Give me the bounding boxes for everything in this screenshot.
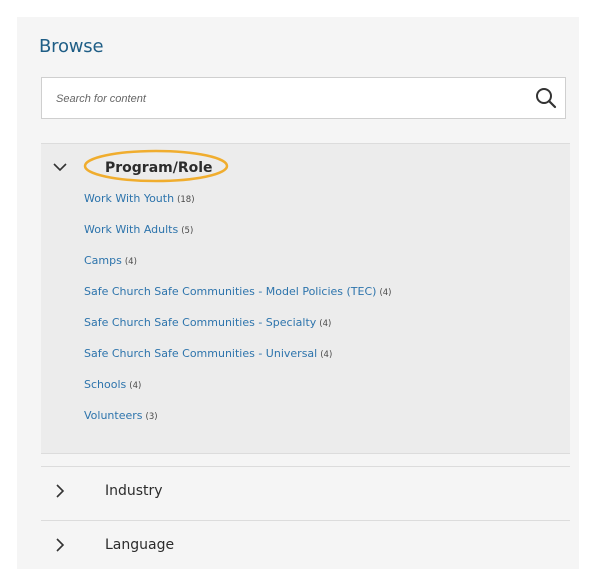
facet-program-role: Program/Role Work With Youth (18) Work Wi… (41, 143, 570, 454)
facet-title: Industry (105, 483, 163, 499)
facet-item-link[interactable]: Safe Church Safe Communities - Model Pol… (84, 285, 376, 298)
facet-item-list: Work With Youth (18) Work With Adults (5) … (41, 188, 392, 436)
facet-item: Volunteers (3) (41, 405, 392, 436)
facet-item: Schools (4) (41, 374, 392, 405)
facet-item-count: (4) (319, 319, 332, 329)
search-button[interactable] (533, 85, 559, 111)
facet-item-count: (4) (379, 288, 392, 298)
chevron-right-icon (56, 538, 65, 552)
facet-item: Safe Church Safe Communities - Model Pol… (41, 281, 392, 312)
facet-item: Camps (4) (41, 250, 392, 281)
facet-item-count: (4) (124, 257, 137, 267)
facet-item-count: (4) (320, 350, 333, 360)
facet-item-link[interactable]: Schools (84, 378, 126, 391)
chevron-right-icon (56, 484, 65, 498)
search-input[interactable] (54, 78, 498, 120)
facet-item: Safe Church Safe Communities - Specialty… (41, 312, 392, 343)
facet-item: Safe Church Safe Communities - Universal… (41, 343, 392, 374)
facet-item-link[interactable]: Safe Church Safe Communities - Universal (84, 347, 317, 360)
facet-title: Program/Role (105, 160, 213, 176)
search-icon (536, 88, 557, 109)
facet-item-count: (4) (129, 381, 142, 391)
facet-item-link[interactable]: Work With Youth (84, 192, 174, 205)
facet-title: Language (105, 537, 175, 553)
facet-item-count: (18) (177, 195, 195, 205)
facet-item-count: (5) (181, 226, 194, 236)
facet-item-link[interactable]: Camps (84, 254, 122, 267)
browse-title: Browse (39, 36, 104, 57)
facet-item-count: (3) (145, 412, 158, 422)
facet-industry[interactable]: Industry (41, 466, 570, 517)
facet-item-link[interactable]: Volunteers (84, 409, 143, 422)
facet-language[interactable]: Language (41, 520, 570, 569)
search-box (41, 77, 566, 120)
facet-item-link[interactable]: Safe Church Safe Communities - Specialty (84, 316, 316, 329)
facet-program-role-header[interactable]: Program/Role (41, 144, 570, 188)
facet-item: Work With Youth (18) (41, 188, 392, 219)
chevron-down-icon (53, 163, 67, 172)
facet-item-link[interactable]: Work With Adults (84, 223, 178, 236)
facet-item: Work With Adults (5) (41, 219, 392, 250)
